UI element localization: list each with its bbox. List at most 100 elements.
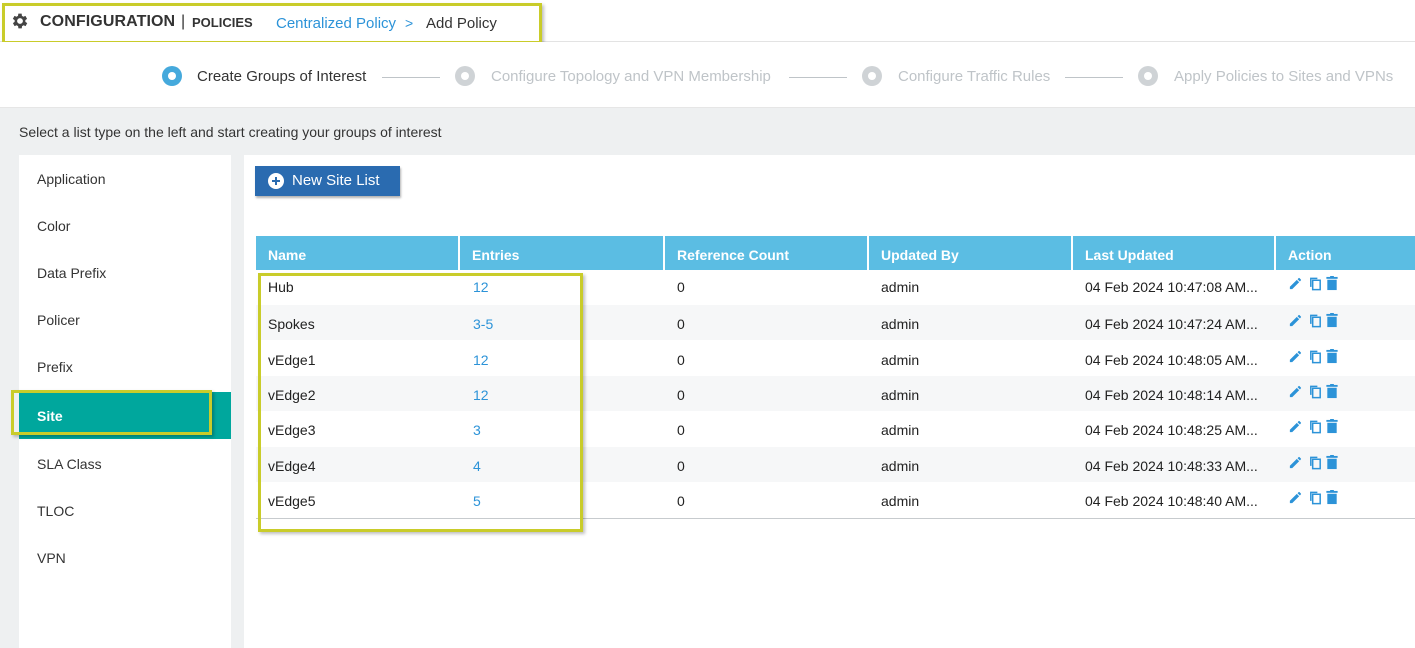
table-row: vEdge1 12 0 admin 04 Feb 2024 10:48:05 AM... — [256, 341, 1415, 376]
step-1-indicator[interactable] — [162, 66, 182, 86]
step-2-indicator[interactable] — [455, 66, 475, 86]
cell-name: vEdge2 — [268, 386, 316, 403]
table-row: vEdge2 12 0 admin 04 Feb 2024 10:48:14 AM... — [256, 375, 1415, 411]
table-row: Spokes 3-5 0 admin 04 Feb 2024 10:47:24 AM..… — [256, 305, 1415, 341]
cell-last-updated: 04 Feb 2024 10:48:40 AM... — [1085, 492, 1258, 509]
list-type-color[interactable]: Color — [19, 202, 231, 249]
row-actions — [1288, 276, 1348, 292]
delete-icon[interactable] — [1326, 383, 1338, 399]
cell-last-updated: 04 Feb 2024 10:48:14 AM... — [1085, 386, 1258, 403]
cell-entries[interactable]: 5 — [473, 493, 481, 509]
list-type-application[interactable]: Application — [19, 155, 231, 202]
step-3-indicator[interactable] — [862, 66, 882, 86]
cell-last-updated: 04 Feb 2024 10:48:05 AM... — [1085, 351, 1258, 368]
column-header-entries[interactable]: Entries — [460, 236, 665, 270]
step-connector — [789, 77, 847, 78]
cell-name: vEdge4 — [268, 457, 316, 474]
cell-entries[interactable]: 3-5 — [473, 316, 493, 332]
column-header-last-updated[interactable]: Last Updated — [1073, 236, 1276, 270]
cell-entries[interactable]: 4 — [473, 458, 481, 474]
cell-reference-count: 0 — [677, 422, 685, 439]
row-actions — [1288, 454, 1348, 471]
edit-icon[interactable] — [1288, 419, 1303, 434]
list-type-label: Policer — [37, 312, 80, 328]
cell-last-updated: 04 Feb 2024 10:48:33 AM... — [1085, 457, 1258, 474]
cell-last-updated: 04 Feb 2024 10:47:24 AM... — [1085, 316, 1258, 333]
list-type-data-prefix[interactable]: Data Prefix — [19, 249, 231, 296]
copy-icon[interactable] — [1308, 276, 1323, 292]
copy-icon[interactable] — [1308, 349, 1323, 365]
step-3-label[interactable]: Configure Traffic Rules — [898, 68, 1050, 85]
cell-name: vEdge5 — [268, 492, 316, 509]
edit-icon[interactable] — [1288, 384, 1303, 399]
column-header-reference-count[interactable]: Reference Count — [665, 236, 869, 270]
step-connector — [1065, 77, 1123, 78]
cell-reference-count: 0 — [677, 316, 685, 333]
new-site-list-label: New Site List — [292, 172, 380, 189]
cell-name: vEdge3 — [268, 422, 316, 439]
list-type-label: Prefix — [37, 359, 73, 375]
cell-entries[interactable]: 12 — [473, 352, 489, 368]
list-type-label: Application — [37, 171, 106, 187]
table-row: Hub 12 0 admin 04 Feb 2024 10:47:08 AM... — [256, 270, 1415, 305]
instruction-text: Select a list type on the left and start… — [19, 124, 442, 140]
table-bottom-border — [256, 518, 1415, 519]
table-row: vEdge4 4 0 admin 04 Feb 2024 10:48:33 AM... — [256, 446, 1415, 482]
plus-circle-icon — [268, 173, 284, 189]
step-connector — [382, 77, 440, 78]
copy-icon[interactable] — [1308, 384, 1323, 400]
table-header: Name Entries Reference Count Updated By … — [256, 236, 1415, 270]
list-type-policer[interactable]: Policer — [19, 296, 231, 343]
cell-reference-count: 0 — [677, 386, 685, 403]
edit-icon[interactable] — [1288, 349, 1303, 364]
copy-icon[interactable] — [1308, 419, 1323, 435]
row-actions — [1288, 383, 1348, 400]
cell-updated-by: admin — [881, 351, 920, 368]
cell-entries[interactable]: 12 — [473, 387, 489, 403]
cell-entries[interactable]: 3 — [473, 422, 481, 438]
list-type-label: VPN — [37, 550, 66, 566]
copy-icon[interactable] — [1308, 490, 1323, 506]
copy-icon[interactable] — [1308, 455, 1323, 471]
list-type-tloc[interactable]: TLOC — [19, 487, 231, 534]
edit-icon[interactable] — [1288, 313, 1303, 328]
edit-icon[interactable] — [1288, 276, 1303, 291]
cell-reference-count: 0 — [677, 351, 685, 368]
step-4-indicator[interactable] — [1138, 66, 1158, 86]
step-4-label[interactable]: Apply Policies to Sites and VPNs — [1174, 68, 1393, 85]
list-type-sla-class[interactable]: SLA Class — [19, 440, 231, 487]
edit-icon[interactable] — [1288, 490, 1303, 505]
cell-reference-count: 0 — [677, 279, 685, 295]
delete-icon[interactable] — [1326, 348, 1338, 364]
step-2-label[interactable]: Configure Topology and VPN Membership — [491, 68, 771, 85]
delete-icon[interactable] — [1326, 419, 1338, 434]
cell-name: vEdge1 — [268, 351, 316, 368]
delete-icon[interactable] — [1326, 313, 1338, 328]
wizard-steps: Create Groups of Interest Configure Topo… — [0, 42, 1415, 108]
delete-icon[interactable] — [1326, 489, 1338, 505]
cell-last-updated: 04 Feb 2024 10:48:25 AM... — [1085, 422, 1258, 439]
header-highlight-box — [2, 3, 542, 44]
list-type-prefix[interactable]: Prefix — [19, 343, 231, 390]
cell-updated-by: admin — [881, 422, 920, 439]
column-header-updated-by[interactable]: Updated By — [869, 236, 1073, 270]
step-1-label[interactable]: Create Groups of Interest — [197, 68, 366, 85]
row-actions — [1288, 313, 1348, 329]
column-header-action: Action — [1288, 247, 1332, 263]
table-row: vEdge5 5 0 admin 04 Feb 2024 10:48:40 AM... — [256, 482, 1415, 517]
new-site-list-button[interactable]: New Site List — [255, 166, 400, 196]
cell-updated-by: admin — [881, 457, 920, 474]
edit-icon[interactable] — [1288, 455, 1303, 470]
delete-icon[interactable] — [1326, 454, 1338, 470]
cell-updated-by: admin — [881, 316, 920, 333]
list-type-label: SLA Class — [37, 456, 102, 472]
delete-icon[interactable] — [1326, 276, 1338, 291]
table-row: vEdge3 3 0 admin 04 Feb 2024 10:48:25 AM... — [256, 411, 1415, 446]
row-actions — [1288, 348, 1348, 365]
cell-reference-count: 0 — [677, 457, 685, 474]
column-header-name[interactable]: Name — [256, 236, 460, 270]
copy-icon[interactable] — [1308, 313, 1323, 329]
list-type-vpn[interactable]: VPN — [19, 534, 231, 581]
cell-entries[interactable]: 12 — [473, 279, 489, 295]
row-actions — [1288, 419, 1348, 435]
